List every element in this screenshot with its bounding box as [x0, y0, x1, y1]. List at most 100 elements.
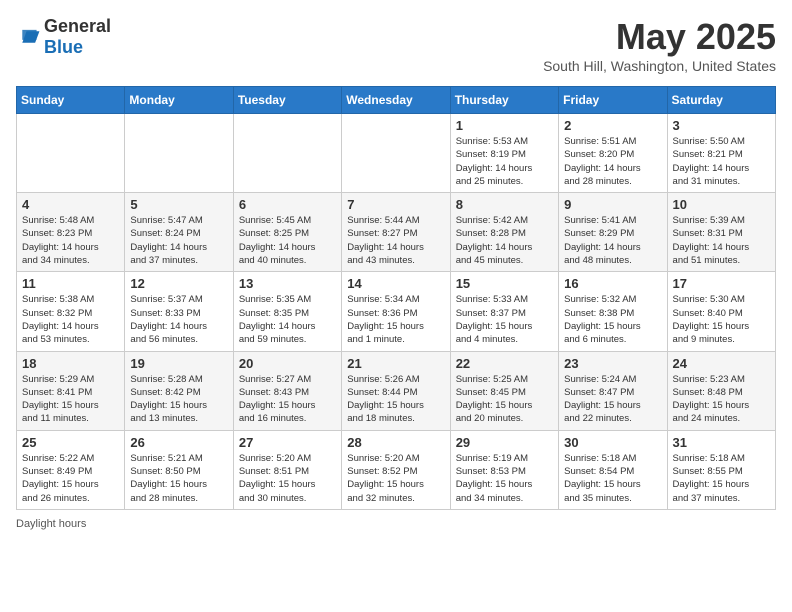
day-info: Sunrise: 5:20 AMSunset: 8:51 PMDaylight:…	[239, 452, 336, 505]
calendar-header-saturday: Saturday	[667, 87, 775, 114]
calendar-cell: 11Sunrise: 5:38 AMSunset: 8:32 PMDayligh…	[17, 272, 125, 351]
calendar-cell: 23 Sunrise: 5:24 AMSunset: 8:47 PMDayligh…	[559, 351, 667, 430]
calendar-cell: 21 Sunrise: 5:26 AMSunset: 8:44 PMDayligh…	[342, 351, 450, 430]
day-number: 4	[22, 197, 119, 212]
calendar-cell	[342, 114, 450, 193]
calendar-week-row: 25 Sunrise: 5:22 AMSunset: 8:49 PMDayligh…	[17, 430, 776, 509]
calendar-cell: 26Sunrise: 5:21 AMSunset: 8:50 PMDayligh…	[125, 430, 233, 509]
calendar-cell: 27 Sunrise: 5:20 AMSunset: 8:51 PMDayligh…	[233, 430, 341, 509]
calendar-cell: 1 Sunrise: 5:53 AMSunset: 8:19 PMDaylight…	[450, 114, 558, 193]
day-info: Sunrise: 5:19 AMSunset: 8:53 PMDaylight:…	[456, 452, 553, 505]
calendar-cell: 15Sunrise: 5:33 AMSunset: 8:37 PMDayligh…	[450, 272, 558, 351]
day-number: 20	[239, 356, 336, 371]
day-info: Sunrise: 5:23 AMSunset: 8:48 PMDaylight:…	[673, 373, 770, 426]
calendar-cell: 8 Sunrise: 5:42 AMSunset: 8:28 PMDaylight…	[450, 193, 558, 272]
day-info: Sunrise: 5:51 AMSunset: 8:20 PMDaylight:…	[564, 135, 661, 188]
calendar-week-row: 11Sunrise: 5:38 AMSunset: 8:32 PMDayligh…	[17, 272, 776, 351]
day-info: Sunrise: 5:33 AMSunset: 8:37 PMDaylight:…	[456, 293, 553, 346]
calendar-cell: 31 Sunrise: 5:18 AMSunset: 8:55 PMDayligh…	[667, 430, 775, 509]
day-number: 31	[673, 435, 770, 450]
calendar-cell	[17, 114, 125, 193]
logo-text-general: General	[44, 16, 111, 36]
calendar-cell: 4 Sunrise: 5:48 AMSunset: 8:23 PMDaylight…	[17, 193, 125, 272]
calendar-cell	[233, 114, 341, 193]
day-info: Sunrise: 5:18 AMSunset: 8:54 PMDaylight:…	[564, 452, 661, 505]
daylight-label: Daylight hours	[16, 518, 86, 530]
calendar-header-tuesday: Tuesday	[233, 87, 341, 114]
logo: General Blue	[16, 16, 111, 58]
calendar-cell: 10Sunrise: 5:39 AMSunset: 8:31 PMDayligh…	[667, 193, 775, 272]
calendar-header-row: SundayMondayTuesdayWednesdayThursdayFrid…	[17, 87, 776, 114]
day-number: 27	[239, 435, 336, 450]
calendar-cell: 29Sunrise: 5:19 AMSunset: 8:53 PMDayligh…	[450, 430, 558, 509]
calendar-week-row: 18 Sunrise: 5:29 AMSunset: 8:41 PMDayligh…	[17, 351, 776, 430]
day-info: Sunrise: 5:26 AMSunset: 8:44 PMDaylight:…	[347, 373, 444, 426]
day-number: 10	[673, 197, 770, 212]
day-info: Sunrise: 5:44 AMSunset: 8:27 PMDaylight:…	[347, 214, 444, 267]
day-number: 24	[673, 356, 770, 371]
day-info: Sunrise: 5:25 AMSunset: 8:45 PMDaylight:…	[456, 373, 553, 426]
calendar-cell: 24 Sunrise: 5:23 AMSunset: 8:48 PMDayligh…	[667, 351, 775, 430]
day-info: Sunrise: 5:22 AMSunset: 8:49 PMDaylight:…	[22, 452, 119, 505]
day-info: Sunrise: 5:27 AMSunset: 8:43 PMDaylight:…	[239, 373, 336, 426]
calendar-table: SundayMondayTuesdayWednesdayThursdayFrid…	[16, 86, 776, 510]
calendar-cell: 17 Sunrise: 5:30 AMSunset: 8:40 PMDayligh…	[667, 272, 775, 351]
calendar-cell: 2 Sunrise: 5:51 AMSunset: 8:20 PMDaylight…	[559, 114, 667, 193]
calendar-cell: 3Sunrise: 5:50 AMSunset: 8:21 PMDaylight…	[667, 114, 775, 193]
day-number: 14	[347, 276, 444, 291]
day-info: Sunrise: 5:34 AMSunset: 8:36 PMDaylight:…	[347, 293, 444, 346]
day-info: Sunrise: 5:48 AMSunset: 8:23 PMDaylight:…	[22, 214, 119, 267]
calendar-cell: 19Sunrise: 5:28 AMSunset: 8:42 PMDayligh…	[125, 351, 233, 430]
day-info: Sunrise: 5:37 AMSunset: 8:33 PMDaylight:…	[130, 293, 227, 346]
day-number: 1	[456, 118, 553, 133]
day-info: Sunrise: 5:30 AMSunset: 8:40 PMDaylight:…	[673, 293, 770, 346]
logo-icon	[16, 27, 40, 47]
calendar-cell: 16Sunrise: 5:32 AMSunset: 8:38 PMDayligh…	[559, 272, 667, 351]
day-info: Sunrise: 5:45 AMSunset: 8:25 PMDaylight:…	[239, 214, 336, 267]
calendar-header-wednesday: Wednesday	[342, 87, 450, 114]
day-number: 7	[347, 197, 444, 212]
footer: Daylight hours	[16, 518, 776, 530]
day-number: 13	[239, 276, 336, 291]
day-number: 21	[347, 356, 444, 371]
day-number: 2	[564, 118, 661, 133]
day-number: 30	[564, 435, 661, 450]
day-number: 11	[22, 276, 119, 291]
calendar-cell: 12 Sunrise: 5:37 AMSunset: 8:33 PMDayligh…	[125, 272, 233, 351]
day-info: Sunrise: 5:35 AMSunset: 8:35 PMDaylight:…	[239, 293, 336, 346]
calendar-cell: 22Sunrise: 5:25 AMSunset: 8:45 PMDayligh…	[450, 351, 558, 430]
calendar-cell: 25 Sunrise: 5:22 AMSunset: 8:49 PMDayligh…	[17, 430, 125, 509]
calendar-cell: 20 Sunrise: 5:27 AMSunset: 8:43 PMDayligh…	[233, 351, 341, 430]
day-number: 6	[239, 197, 336, 212]
day-number: 18	[22, 356, 119, 371]
day-info: Sunrise: 5:47 AMSunset: 8:24 PMDaylight:…	[130, 214, 227, 267]
day-number: 23	[564, 356, 661, 371]
calendar-header-friday: Friday	[559, 87, 667, 114]
day-number: 8	[456, 197, 553, 212]
day-number: 12	[130, 276, 227, 291]
day-info: Sunrise: 5:29 AMSunset: 8:41 PMDaylight:…	[22, 373, 119, 426]
calendar-header-monday: Monday	[125, 87, 233, 114]
calendar-cell: 5 Sunrise: 5:47 AMSunset: 8:24 PMDaylight…	[125, 193, 233, 272]
calendar-cell: 30 Sunrise: 5:18 AMSunset: 8:54 PMDayligh…	[559, 430, 667, 509]
day-info: Sunrise: 5:53 AMSunset: 8:19 PMDaylight:…	[456, 135, 553, 188]
month-title: May 2025	[543, 16, 776, 58]
day-info: Sunrise: 5:28 AMSunset: 8:42 PMDaylight:…	[130, 373, 227, 426]
calendar-cell: 18 Sunrise: 5:29 AMSunset: 8:41 PMDayligh…	[17, 351, 125, 430]
day-info: Sunrise: 5:41 AMSunset: 8:29 PMDaylight:…	[564, 214, 661, 267]
day-number: 17	[673, 276, 770, 291]
day-number: 9	[564, 197, 661, 212]
day-info: Sunrise: 5:42 AMSunset: 8:28 PMDaylight:…	[456, 214, 553, 267]
calendar-cell	[125, 114, 233, 193]
calendar-cell: 14 Sunrise: 5:34 AMSunset: 8:36 PMDayligh…	[342, 272, 450, 351]
calendar-cell: 6 Sunrise: 5:45 AMSunset: 8:25 PMDaylight…	[233, 193, 341, 272]
calendar-header-sunday: Sunday	[17, 87, 125, 114]
day-number: 5	[130, 197, 227, 212]
day-info: Sunrise: 5:18 AMSunset: 8:55 PMDaylight:…	[673, 452, 770, 505]
calendar-cell: 7 Sunrise: 5:44 AMSunset: 8:27 PMDaylight…	[342, 193, 450, 272]
day-info: Sunrise: 5:32 AMSunset: 8:38 PMDaylight:…	[564, 293, 661, 346]
day-info: Sunrise: 5:24 AMSunset: 8:47 PMDaylight:…	[564, 373, 661, 426]
calendar-week-row: 4 Sunrise: 5:48 AMSunset: 8:23 PMDaylight…	[17, 193, 776, 272]
day-number: 25	[22, 435, 119, 450]
day-number: 3	[673, 118, 770, 133]
